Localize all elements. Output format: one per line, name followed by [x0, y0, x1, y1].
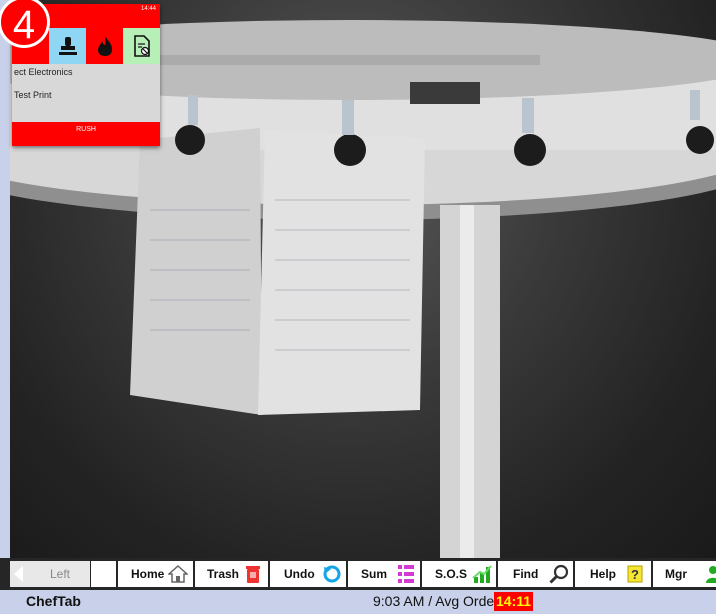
sos-button-label: S.O.S	[435, 567, 468, 581]
avg-order-time-badge: 14:11	[494, 592, 534, 611]
find-button[interactable]: Find	[498, 561, 573, 587]
order-ticket[interactable]: 14:44 4 ect Electronics Test Print RUSH	[0, 0, 160, 146]
clock-and-avg-label: 9:03 AM / Avg Order	[373, 593, 499, 609]
help-button[interactable]: Help ?	[575, 561, 651, 587]
triangle-left-icon	[14, 566, 23, 582]
sum-button-label: Sum	[361, 567, 388, 581]
manager-button[interactable]: Mgr	[653, 561, 716, 587]
undo-icon	[321, 563, 343, 585]
manager-button-label: Mgr	[665, 567, 687, 581]
trash-icon	[242, 563, 264, 585]
app-name: ChefTab	[26, 593, 81, 609]
ticket-time: 14:44	[140, 6, 156, 12]
undo-button[interactable]: Undo	[270, 561, 346, 587]
home-button-label: Home	[131, 567, 165, 581]
left-edge-bar	[0, 0, 10, 614]
document-x-icon	[133, 35, 150, 57]
magnifier-icon	[548, 563, 570, 585]
help-icon: ?	[624, 563, 646, 585]
trash-button-label: Trash	[207, 567, 240, 581]
fire-icon	[97, 36, 112, 56]
ticket-item: Test Print	[14, 90, 52, 100]
manager-icon	[702, 563, 716, 585]
blank-button[interactable]	[91, 561, 116, 587]
ticket-footer-rush: RUSH	[12, 122, 160, 146]
ticket-fire-button[interactable]	[86, 28, 123, 64]
find-button-label: Find	[513, 567, 539, 581]
status-bar: ChefTab 9:03 AM / Avg Order 14:11	[0, 590, 716, 614]
bottom-toolbar: Left Home Trash Undo Sum S.O.S Find Help…	[0, 558, 716, 590]
ticket-stamp-button[interactable]	[49, 28, 86, 64]
list-icon	[395, 563, 417, 585]
bars-icon	[471, 563, 493, 585]
undo-button-label: Undo	[284, 567, 315, 581]
ticket-item: ect Electronics	[14, 67, 73, 77]
sos-button[interactable]: S.O.S	[422, 561, 496, 587]
left-button-label: Left	[50, 567, 71, 581]
trash-button[interactable]: Trash	[195, 561, 268, 587]
help-button-label: Help	[590, 567, 617, 581]
svg-text:?: ?	[631, 567, 639, 582]
stamp-icon	[58, 37, 77, 55]
ticket-void-button[interactable]	[123, 28, 160, 64]
sum-button[interactable]: Sum	[348, 561, 420, 587]
left-button[interactable]: Left	[10, 561, 90, 587]
home-button[interactable]: Home	[118, 561, 193, 587]
home-icon	[167, 563, 189, 585]
